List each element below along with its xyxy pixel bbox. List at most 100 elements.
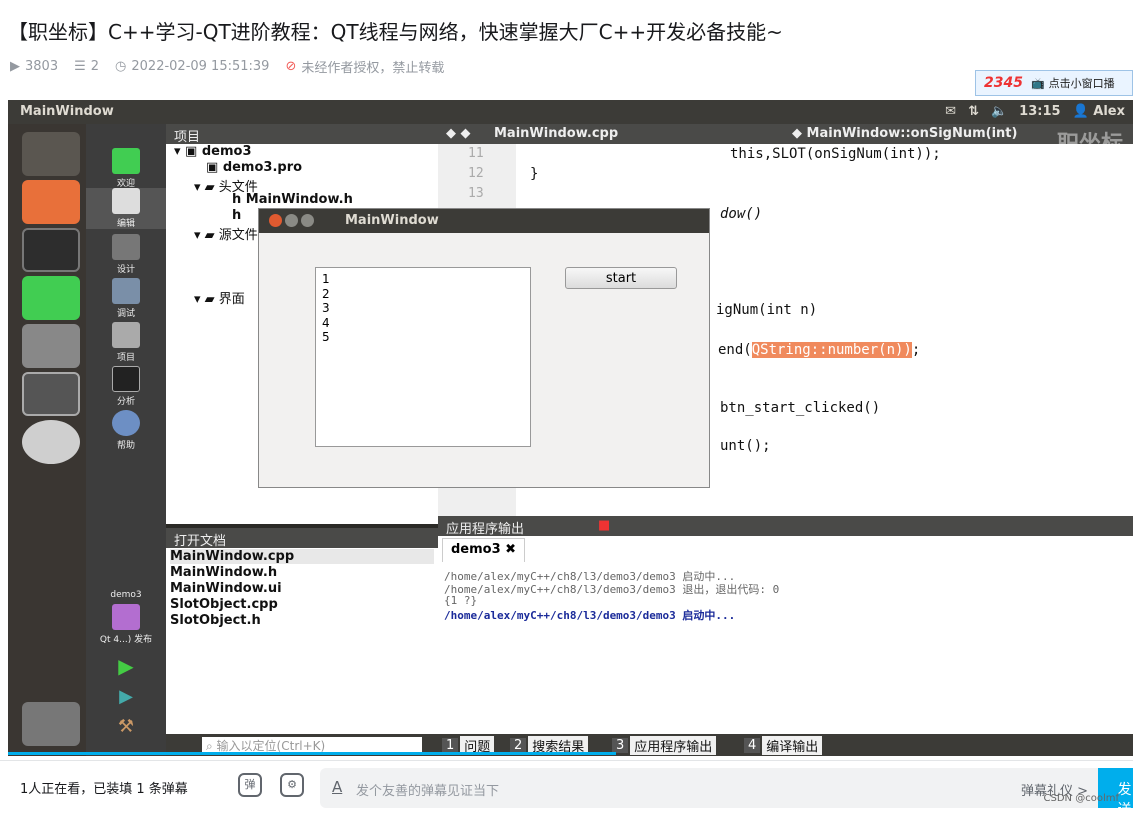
source-credit: CSDN @coolmf	[1043, 793, 1119, 804]
list-item[interactable]: 5	[322, 330, 524, 345]
locator-input[interactable]: ⌕ 输入以定位(Ctrl+K)	[202, 737, 422, 753]
mode-design[interactable]: 设计	[86, 234, 166, 275]
tree-forms[interactable]: ▾ ▰ 界面	[194, 288, 245, 307]
dialog-titlebar: MainWindow	[259, 209, 709, 233]
progress-bar[interactable]	[8, 752, 616, 755]
number-list[interactable]: 1 2 3 4 5	[315, 267, 531, 447]
status-tab-compile[interactable]: 4 编译输出	[744, 735, 823, 755]
workspace-switcher-icon[interactable]	[22, 372, 80, 416]
video-player[interactable]: MainWindow ✉ ⇅ 🔈 13:15 👤 Alex 欢迎 编辑 设计 调…	[8, 100, 1133, 756]
help-icon[interactable]	[22, 324, 80, 368]
code-line: igNum(int n)	[716, 302, 818, 318]
open-doc-item[interactable]: SlotObject.h	[170, 613, 261, 628]
publish-date: ◷ 2022-02-09 15:51:39	[115, 59, 269, 74]
watermark: 职坐标	[1056, 132, 1123, 157]
tree-root[interactable]: ▾ ▣ demo3	[174, 144, 252, 159]
editor-symbol-selector[interactable]: ◆ MainWindow::onSigNum(int)	[792, 126, 1017, 141]
kit-selector[interactable]: demo3 Qt 4...) 发布	[86, 590, 166, 645]
tree-sources[interactable]: ▾ ▰ 源文件	[194, 224, 258, 243]
publish-date-value: 2022-02-09 15:51:39	[131, 59, 270, 74]
danmaku-settings-icon[interactable]: ⚙	[280, 773, 304, 797]
tree-forms-label: 界面	[218, 292, 245, 307]
text-style-icon[interactable]: A	[332, 778, 342, 796]
build-hammer-icon[interactable]: ⚒	[86, 716, 166, 737]
tree-header-file[interactable]: h MainWindow.h	[232, 192, 353, 207]
trash-icon[interactable]	[22, 702, 80, 746]
code-line: this,SLOT(onSigNum(int));	[730, 146, 941, 162]
open-doc-item[interactable]: SlotObject.cpp	[170, 597, 278, 612]
qt-mode-bar: 欢迎 编辑 设计 调试 项目 分析 帮助 demo3 Qt 4...) 发布 ▶ …	[86, 124, 166, 756]
danmaku-count-value: 2	[90, 59, 100, 74]
open-doc-item[interactable]: MainWindow.h	[170, 565, 277, 580]
search-highlight: QString::number(n))	[751, 342, 912, 358]
mode-debug[interactable]: 调试	[86, 278, 166, 319]
qt-creator-icon[interactable]	[22, 276, 80, 320]
list-item[interactable]: 4	[322, 316, 524, 331]
dash-icon[interactable]	[22, 132, 80, 176]
play-icon: ▶	[10, 59, 20, 74]
analyze-icon	[112, 366, 140, 392]
mode-label: 项目	[116, 353, 135, 363]
mail-icon[interactable]: ✉	[945, 104, 956, 119]
mode-welcome[interactable]: 欢迎	[86, 148, 166, 189]
mode-analyze[interactable]: 分析	[86, 366, 166, 407]
forbidden-icon: ⊘	[285, 59, 297, 74]
ubuntu-top-panel: MainWindow ✉ ⇅ 🔈 13:15 👤 Alex	[8, 100, 1133, 124]
debug-run-icon[interactable]: ▶	[86, 686, 166, 707]
output-header: 应用程序输出 ■	[438, 516, 1133, 537]
mode-label: 编辑	[116, 219, 135, 229]
danmaku-input[interactable]: A 发个友善的弹幕见证当下 弹幕礼仪 >	[320, 768, 1098, 808]
run-icon[interactable]: ▶	[86, 654, 166, 678]
danmaku-toggle-icon[interactable]: 弹	[238, 773, 262, 797]
mode-edit[interactable]: 编辑	[86, 188, 166, 229]
code-line: unt();	[720, 438, 771, 454]
status-tab-number: 1	[442, 737, 459, 753]
nav-arrows[interactable]: ◆ ◆	[446, 126, 471, 141]
maximize-button[interactable]	[301, 214, 314, 227]
open-doc-item[interactable]: MainWindow.cpp	[170, 549, 434, 564]
output-line: {1 ?}	[444, 594, 478, 607]
close-button[interactable]	[269, 214, 282, 227]
open-doc-item[interactable]: MainWindow.ui	[170, 581, 282, 596]
tree-pro-label: demo3.pro	[222, 160, 303, 175]
projects-icon	[112, 322, 140, 348]
mode-label: 设计	[116, 265, 135, 275]
volume-icon[interactable]: 🔈	[991, 104, 1007, 119]
files-icon[interactable]	[22, 180, 80, 224]
clock-icon: ◷	[115, 59, 127, 74]
open-docs-header: 打开文档	[166, 528, 438, 549]
output-title: 应用程序输出	[446, 522, 525, 537]
code-line: }	[530, 166, 539, 182]
user-menu[interactable]: 👤 Alex	[1073, 104, 1125, 119]
code-line: dow()	[720, 206, 763, 222]
mode-help[interactable]: 帮助	[86, 410, 166, 451]
code-fragment: end(	[718, 342, 752, 358]
editor-symbol-label: MainWindow::onSigNum(int)	[806, 126, 1018, 141]
start-button[interactable]: start	[565, 267, 677, 289]
output-tab[interactable]: demo3 ✖	[442, 538, 526, 562]
output-line: /home/alex/myC++/ch8/l3/demo3/demo3 启动中.…	[444, 609, 736, 622]
popup-window-bar[interactable]: 2345 📺 点击小窗口播	[975, 70, 1133, 96]
stop-icon[interactable]: ■	[598, 518, 610, 533]
mode-label: 分析	[116, 397, 135, 407]
network-icon[interactable]: ⇅	[968, 104, 979, 119]
status-tab-number: 2	[510, 737, 527, 753]
mode-projects[interactable]: 项目	[86, 322, 166, 363]
list-item[interactable]: 1	[322, 272, 524, 287]
list-item[interactable]: 2	[322, 287, 524, 302]
kit-project: demo3	[110, 590, 142, 600]
minimize-button[interactable]	[285, 214, 298, 227]
disc-icon[interactable]	[22, 420, 80, 464]
tree-pro-file[interactable]: ▣ demo3.pro	[206, 160, 302, 175]
video-meta: ▶ 3803 ☰ 2 ◷ 2022-02-09 15:51:39 ⊘ 未经作者授权，禁止…	[10, 57, 444, 76]
qt-logo-icon	[112, 148, 140, 174]
terminal-icon[interactable]	[22, 228, 80, 272]
editor-file-selector[interactable]: MainWindow.cpp	[494, 126, 618, 141]
status-tab-label: 编译输出	[762, 735, 823, 755]
tree-header-file-2[interactable]: h	[232, 208, 241, 223]
danmaku-placeholder: 发个友善的弹幕见证当下	[356, 784, 500, 799]
status-tab-app-output[interactable]: 3 应用程序输出	[612, 735, 717, 755]
list-item[interactable]: 3	[322, 301, 524, 316]
play-count-value: 3803	[25, 59, 59, 74]
clock[interactable]: 13:15	[1019, 104, 1060, 119]
